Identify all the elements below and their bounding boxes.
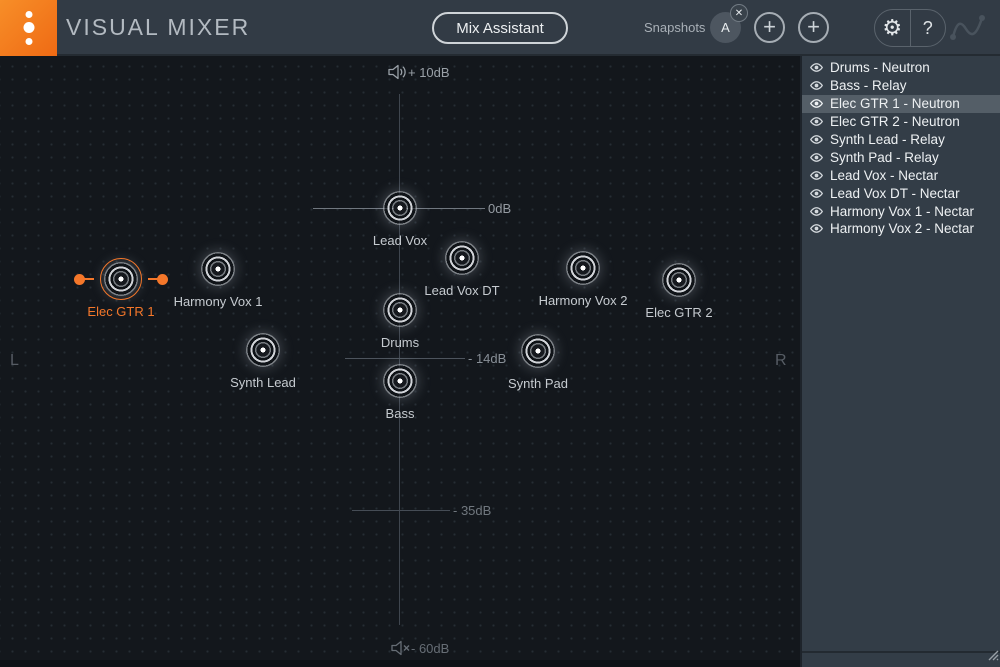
- track-row-elec-gtr-1-selected[interactable]: Elec GTR 1 - Neutron: [802, 95, 1000, 113]
- track-row-harmony-vox-1[interactable]: Harmony Vox 1 - Nectar: [802, 202, 1000, 220]
- snapshots-label: Snapshots: [644, 0, 705, 54]
- track-row-label: Bass - Relay: [830, 78, 907, 93]
- puck-label: Synth Lead: [183, 375, 343, 390]
- track-row-label: Lead Vox DT - Nectar: [830, 186, 960, 201]
- pan-width-handle-left[interactable]: [74, 274, 85, 285]
- pan-right-label: R: [775, 352, 787, 370]
- eye-icon[interactable]: [809, 206, 824, 217]
- track-row-label: Elec GTR 1 - Neutron: [830, 96, 960, 111]
- pan-left-label: L: [10, 352, 19, 370]
- eye-icon[interactable]: [809, 223, 824, 234]
- speaker-loud-icon: [387, 64, 409, 85]
- pan-width-handle-right[interactable]: [157, 274, 168, 285]
- puck-label: Elec GTR 2: [599, 305, 759, 320]
- track-row-label: Harmony Vox 2 - Nectar: [830, 221, 974, 236]
- mixer-puck-lead-vox-dt[interactable]: [445, 241, 479, 275]
- track-row-elec-gtr-2[interactable]: Elec GTR 2 - Neutron: [802, 113, 1000, 131]
- track-row-lead-vox[interactable]: Lead Vox - Nectar: [802, 166, 1000, 184]
- mix-assistant-button[interactable]: Mix Assistant: [432, 12, 568, 44]
- track-row-label: Drums - Neutron: [830, 60, 930, 75]
- eye-icon[interactable]: [809, 98, 824, 109]
- eye-icon[interactable]: [809, 62, 824, 73]
- axis-label-0db: 0dB: [488, 201, 511, 216]
- mixer-puck-bass[interactable]: [383, 364, 417, 398]
- track-row-label: Synth Lead - Relay: [830, 132, 945, 147]
- mixer-puck-elec-gtr-2[interactable]: [662, 263, 696, 297]
- eye-icon[interactable]: [809, 152, 824, 163]
- track-row-label: Lead Vox - Nectar: [830, 168, 938, 183]
- snapshot-a-close-icon[interactable]: ✕: [730, 4, 748, 22]
- volume-axis-line: [399, 94, 400, 625]
- mixer-puck-drums[interactable]: [383, 293, 417, 327]
- eye-icon[interactable]: [809, 188, 824, 199]
- interplugin-signal-icon[interactable]: [946, 9, 992, 52]
- mixer-puck-harmony-vox-1[interactable]: [201, 252, 235, 286]
- add-snapshot-button-1[interactable]: +: [754, 12, 785, 43]
- sidebar-footer-divider: [802, 651, 1000, 653]
- track-list: Drums - Neutron Bass - Relay Elec GTR 1 …: [802, 59, 1000, 238]
- axis-label-minus14db: - 14dB: [468, 351, 506, 366]
- mixer-puck-elec-gtr-1[interactable]: [104, 262, 138, 296]
- top-bar: VISUAL MIXER Mix Assistant Snapshots A ✕…: [0, 0, 1000, 56]
- axis-label-minus35db: - 35dB: [453, 503, 491, 518]
- mixer-puck-synth-lead[interactable]: [246, 333, 280, 367]
- axis-label-bottom: - 60dB: [411, 641, 449, 656]
- minus14-db-gridline: [345, 358, 465, 359]
- help-button[interactable]: ?: [910, 10, 946, 46]
- puck-label-selected: Elec GTR 1: [41, 304, 201, 319]
- track-list-sidebar: Drums - Neutron Bass - Relay Elec GTR 1 …: [800, 56, 1000, 667]
- eye-icon[interactable]: [809, 80, 824, 91]
- eye-icon[interactable]: [809, 170, 824, 181]
- track-row-label: Synth Pad - Relay: [830, 150, 939, 165]
- mixer-puck-lead-vox[interactable]: [383, 191, 417, 225]
- puck-label: Drums: [320, 335, 480, 350]
- gear-icon[interactable]: ⚙: [875, 10, 910, 46]
- eye-icon[interactable]: [809, 116, 824, 127]
- track-row-label: Elec GTR 2 - Neutron: [830, 114, 960, 129]
- track-row-synth-lead[interactable]: Synth Lead - Relay: [802, 131, 1000, 149]
- track-row-drums[interactable]: Drums - Neutron: [802, 59, 1000, 77]
- mixer-stage[interactable]: + 10dB 0dB - 14dB - 35dB - 60dB L R Lead…: [0, 56, 800, 667]
- track-row-harmony-vox-2[interactable]: Harmony Vox 2 - Nectar: [802, 220, 1000, 238]
- add-snapshot-button-2[interactable]: +: [798, 12, 829, 43]
- window-resize-grip[interactable]: [985, 647, 999, 666]
- eye-icon[interactable]: [809, 134, 824, 145]
- window-bottom-edge: [0, 660, 800, 667]
- track-row-lead-vox-dt[interactable]: Lead Vox DT - Nectar: [802, 184, 1000, 202]
- track-row-bass[interactable]: Bass - Relay: [802, 77, 1000, 95]
- page-title: VISUAL MIXER: [66, 0, 250, 54]
- izotope-logo: [0, 0, 57, 56]
- mixer-puck-harmony-vox-2[interactable]: [566, 251, 600, 285]
- track-row-label: Harmony Vox 1 - Nectar: [830, 204, 974, 219]
- puck-label: Bass: [320, 406, 480, 421]
- minus35-db-gridline: [352, 510, 450, 511]
- track-row-synth-pad[interactable]: Synth Pad - Relay: [802, 148, 1000, 166]
- axis-label-top: + 10dB: [408, 65, 450, 80]
- settings-help-group: ⚙ ?: [874, 9, 946, 47]
- mixer-puck-synth-pad[interactable]: [521, 334, 555, 368]
- speaker-mute-icon: [390, 640, 412, 661]
- puck-label: Synth Pad: [458, 376, 618, 391]
